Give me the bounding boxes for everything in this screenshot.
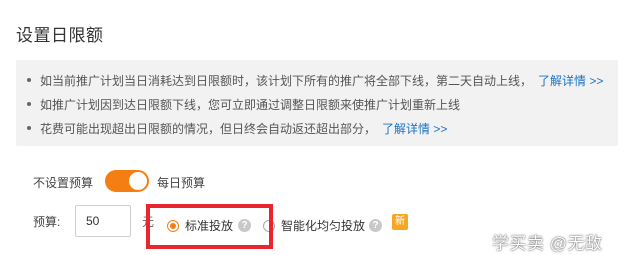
budget-input[interactable]: 50 (75, 205, 131, 237)
budget-toggle-switch[interactable] (105, 170, 149, 192)
notice-item: 花费可能出现超出日限额的情况，但日终会自动返还超出部分， 了解详情 >> (27, 120, 447, 137)
learn-more-link[interactable]: 了解详情 >> (538, 74, 603, 88)
toggle-knob (129, 172, 147, 190)
watermark: 学买卖 @无敌 (492, 234, 603, 253)
smart-delivery-radio[interactable] (263, 220, 275, 232)
notice-item: 如推广计划因到达日限额下线，您可立即通过调整日限额来使推广计划重新上线 (27, 96, 461, 113)
budget-label: 预算: (33, 215, 61, 229)
standard-delivery-label[interactable]: 标准投放 (185, 217, 233, 234)
notice-text: 如当前推广计划当日消耗达到日限额时，该计划下所有的推广将全部下线，第二天自动上线… (40, 74, 533, 88)
notice-text: 花费可能出现超出日限额的情况，但日终会自动返还超出部分， (40, 122, 377, 136)
notice-text: 如推广计划因到达日限额下线，您可立即通过调整日限额来使推广计划重新上线 (40, 98, 461, 112)
smart-delivery-label[interactable]: 智能化均匀投放 (281, 217, 365, 234)
bullet-icon (27, 78, 31, 82)
budget-unit: 元 (142, 215, 154, 229)
standard-delivery-radio[interactable] (167, 220, 179, 232)
help-icon[interactable]: ? (369, 219, 382, 232)
no-budget-label: 不设置预算 (33, 176, 94, 190)
learn-more-link[interactable]: 了解详情 >> (382, 122, 447, 136)
notice-item: 如当前推广计划当日消耗达到日限额时，该计划下所有的推广将全部下线，第二天自动上线… (27, 72, 603, 89)
page-title: 设置日限额 (16, 26, 104, 45)
bullet-icon (27, 102, 31, 106)
help-icon[interactable]: ? (238, 219, 251, 232)
daily-budget-label: 每日预算 (157, 176, 206, 190)
new-badge: 新 (392, 214, 408, 230)
bullet-icon (27, 126, 31, 130)
notice-box: 如当前推广计划当日消耗达到日限额时，该计划下所有的推广将全部下线，第二天自动上线… (16, 60, 618, 146)
